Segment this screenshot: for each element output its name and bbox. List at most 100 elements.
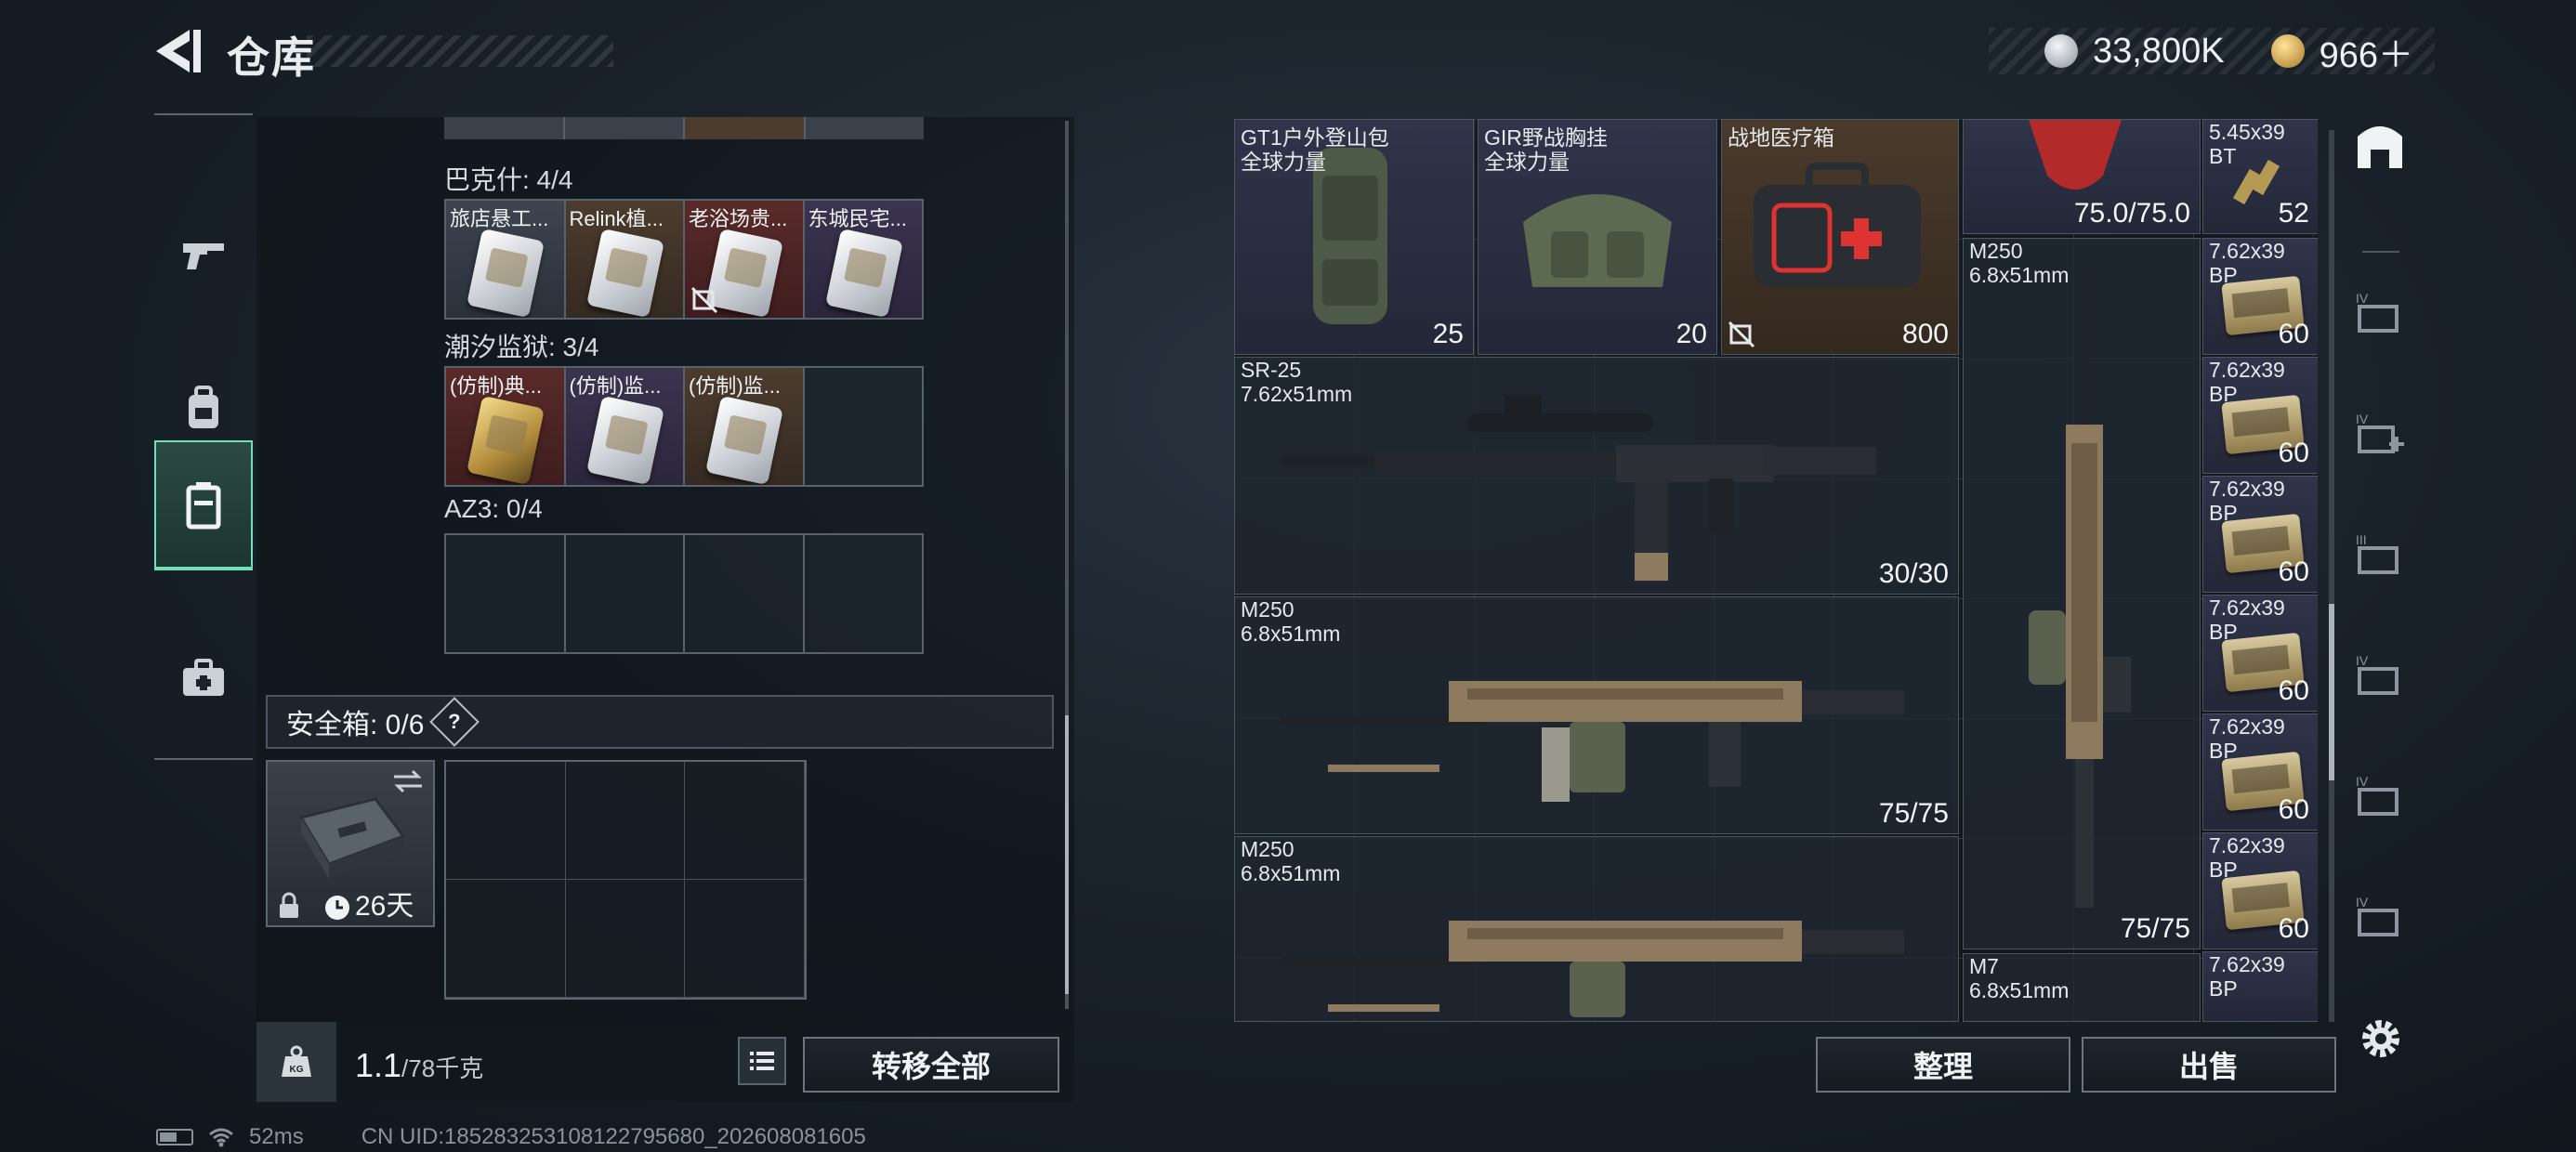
m250-item[interactable]: M250 6.8x51mm 75/75	[1234, 596, 1959, 834]
back-button[interactable]	[149, 26, 204, 76]
item-durability: 75.0/75.0	[2073, 198, 2190, 229]
item-name: 旅店悬工...	[450, 207, 549, 230]
ammo-item[interactable]: 7.62x39 BP 60	[2202, 832, 2318, 949]
ammo-item[interactable]: 7.62x39 BP 60	[2202, 238, 2318, 355]
gold-amount[interactable]: 966＋	[2320, 26, 2413, 77]
item-name: (仿制)监...	[569, 374, 662, 398]
sort-button[interactable]: 整理	[1816, 1037, 2070, 1093]
keycard-grid-prison: (仿制)典... (仿制)监... (仿制)监...	[444, 366, 924, 487]
m250-vertical-item[interactable]: M250 6.8x51mm 75/75	[1963, 238, 2201, 949]
nav-container[interactable]	[154, 440, 253, 570]
partial-row	[444, 117, 924, 139]
helmet-icon	[2029, 120, 2122, 190]
empty-slot[interactable]	[804, 368, 922, 485]
backpack-item[interactable]: GT1户外登山包 全球力量 25	[1234, 119, 1474, 355]
keycard-slot[interactable]: (仿制)监...	[685, 368, 805, 485]
empty-slot[interactable]	[565, 762, 686, 880]
storage-tab-warehouse[interactable]	[2340, 93, 2420, 195]
ammo-type: BP	[2209, 976, 2238, 1001]
ammo-count: 60	[2278, 675, 2309, 706]
help-icon: ?	[448, 709, 462, 733]
m250-item[interactable]: M250 6.8x51mm	[1234, 836, 1959, 1022]
storage-tab-3[interactable]: IV	[2340, 381, 2420, 483]
keycard-slot[interactable]: 旅店悬工...	[446, 201, 566, 318]
empty-slot[interactable]	[805, 535, 923, 652]
divider	[2362, 251, 2399, 253]
weight-max: /78千克	[401, 1054, 484, 1082]
ammo-type: BP	[2209, 382, 2238, 406]
ammo-caliber: 7.62x39	[2209, 952, 2285, 976]
storage-tab-6[interactable]: IV	[2340, 743, 2420, 845]
sell-button[interactable]: 出售	[2082, 1037, 2336, 1093]
empty-slot[interactable]	[685, 535, 805, 652]
storage-tab-4[interactable]: III	[2340, 502, 2420, 604]
m7-item[interactable]: M7 6.8x51mm	[1963, 953, 2201, 1022]
first-aid-kit-icon	[1754, 163, 1921, 287]
keycard-slot[interactable]: (仿制)典...	[446, 368, 566, 485]
item-brand: 全球力量	[1484, 150, 1570, 174]
storage-tab-7[interactable]: IV	[2340, 864, 2420, 966]
item-name: 东城民宅...	[808, 207, 907, 230]
safe-timer: 26天	[355, 891, 414, 922]
gold-coin-icon[interactable]	[2270, 34, 2305, 68]
silver-amount: 33,800K	[2093, 31, 2225, 71]
scrollbar-thumb[interactable]	[2329, 604, 2334, 780]
ammo-item[interactable]: 5.45x39 BT 52	[2202, 119, 2318, 234]
warehouse-icon	[2358, 126, 2402, 168]
storage-tab-2[interactable]: IV	[2340, 260, 2420, 362]
scrollbar-thumb[interactable]	[1065, 715, 1069, 994]
item-durability: 800	[1901, 319, 1949, 349]
empty-slot[interactable]	[446, 880, 566, 998]
inventory-scrollbar[interactable]	[2329, 130, 2334, 1022]
safe-box-header: 安全箱: 0/6 ?	[266, 695, 1054, 749]
silver-coin-icon	[2044, 34, 2078, 68]
ammo-item[interactable]: 7.62x39 BP 60	[2202, 357, 2318, 474]
keycard-slot[interactable]: 老浴场贵...	[685, 201, 805, 318]
ammo-item[interactable]: 7.62x39 BP 60	[2202, 476, 2318, 593]
swap-icon[interactable]	[390, 767, 426, 795]
item-name: M7	[1969, 954, 1999, 978]
nav-weapons[interactable]	[154, 190, 253, 320]
ammo-count: 60	[2278, 794, 2309, 825]
safe-box-item[interactable]: 26天	[266, 760, 435, 927]
ammo-type: BP	[2209, 501, 2238, 525]
list-view-button[interactable]	[738, 1037, 786, 1085]
empty-slot[interactable]	[446, 535, 566, 652]
machine-gun-icon	[1281, 921, 1904, 1017]
item-caliber: 6.8x51mm	[1969, 263, 2070, 287]
stash-scrollbar[interactable]	[1065, 121, 1069, 1009]
empty-slot[interactable]	[566, 535, 685, 652]
keycard-slot[interactable]: 东城民宅...	[804, 201, 922, 318]
help-button[interactable]: ?	[429, 697, 480, 747]
page-title: 仓库	[227, 33, 316, 82]
ammo-type: BP	[2209, 620, 2238, 644]
keycard-icon	[467, 395, 545, 485]
storage-tab-5[interactable]: IV	[2340, 622, 2420, 725]
item-ammo: 75/75	[1878, 798, 1949, 829]
transfer-all-button[interactable]: 转移全部	[803, 1037, 1059, 1093]
keycard-slot[interactable]: (仿制)监...	[565, 368, 685, 485]
svg-text:IV: IV	[2356, 774, 2369, 789]
nav-medkit[interactable]	[154, 613, 253, 743]
svg-text:IV: IV	[2356, 895, 2369, 910]
keycard-slot[interactable]: Relink植...	[565, 201, 685, 318]
vest-item[interactable]: GIR野战胸挂 全球力量 20	[1478, 119, 1717, 355]
currency-bar: 33,800K 966＋	[1989, 26, 2435, 77]
ammo-item[interactable]: 7.62x39 BP	[2202, 951, 2318, 1022]
status-bar: 52ms CN UID:1852832531081227956​80_20260…	[156, 1124, 866, 1150]
sr25-item[interactable]: SR-25 7.62x51mm 30/30	[1234, 357, 1959, 595]
keycard-icon	[467, 228, 545, 318]
wifi-icon	[209, 1128, 233, 1147]
weight-icon-box: KG	[256, 1022, 336, 1102]
empty-slot[interactable]	[685, 880, 805, 998]
empty-slot[interactable]	[565, 880, 686, 998]
settings-button[interactable]	[2355, 1013, 2407, 1065]
item-name: (仿制)监...	[689, 374, 781, 398]
medkit-item[interactable]: 战地医疗箱 800	[1721, 119, 1959, 355]
helmet-item[interactable]: 75.0/75.0	[1963, 119, 2201, 234]
ammo-item[interactable]: 7.62x39 BP 60	[2202, 713, 2318, 831]
empty-slot[interactable]	[685, 762, 805, 880]
kg-label: KG	[290, 1065, 304, 1075]
empty-slot[interactable]	[446, 762, 566, 880]
ammo-item[interactable]: 7.62x39 BP 60	[2202, 595, 2318, 712]
